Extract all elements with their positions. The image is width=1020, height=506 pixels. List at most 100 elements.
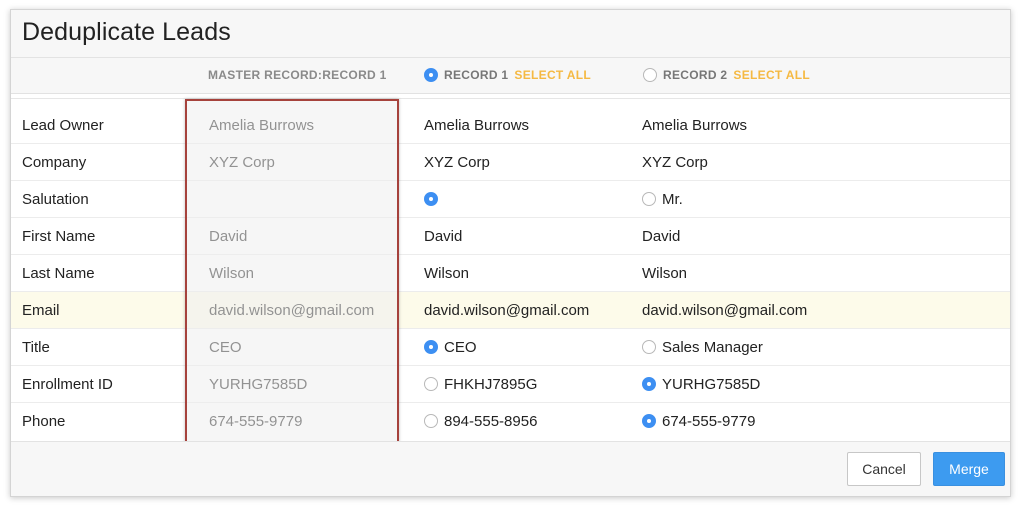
field-label-text: First Name bbox=[22, 227, 96, 245]
table-row: Company XYZ Corp XYZ Corp XYZ Corp bbox=[11, 144, 1010, 181]
master-value: Amelia Burrows bbox=[209, 107, 314, 143]
field-label: Email bbox=[22, 292, 60, 328]
record2-field-radio[interactable] bbox=[642, 340, 656, 354]
master-value-text: david.wilson@gmail.com bbox=[209, 301, 375, 319]
record1-value-text: 894-555-8956 bbox=[444, 412, 538, 430]
table-row: Enrollment ID YURHG7585D FHKHJ7895G YURHG75… bbox=[11, 366, 1010, 403]
record1-value-text: Amelia Burrows bbox=[424, 116, 530, 134]
record1-value[interactable] bbox=[424, 181, 444, 217]
field-label: Phone bbox=[22, 403, 65, 439]
field-label: Last Name bbox=[22, 255, 95, 291]
record2-value-text: david.wilson@gmail.com bbox=[642, 301, 808, 319]
record2-value: Amelia Burrows bbox=[642, 107, 747, 143]
record2-value-text: Wilson bbox=[642, 264, 688, 282]
field-label: First Name bbox=[22, 218, 95, 254]
record2-field-radio[interactable] bbox=[642, 192, 656, 206]
record2-value-text: 674-555-9779 bbox=[662, 412, 756, 430]
master-value-text: David bbox=[209, 227, 248, 245]
record1-field-radio[interactable] bbox=[424, 414, 438, 428]
record1-value-text: david.wilson@gmail.com bbox=[424, 301, 590, 319]
table-header: MASTER RECORD:RECORD 1 RECORD 1 SELECT A… bbox=[11, 58, 1010, 99]
record2-value-text: XYZ Corp bbox=[642, 153, 708, 171]
deduplicate-dialog: Deduplicate Leads MASTER RECORD:RECORD 1… bbox=[10, 9, 1011, 497]
record1-field-radio[interactable] bbox=[424, 377, 438, 391]
master-value: 674-555-9779 bbox=[209, 403, 302, 439]
field-label-text: Enrollment ID bbox=[22, 375, 113, 393]
record1-value[interactable]: FHKHJ7895G bbox=[424, 366, 537, 402]
record2-value-text: YURHG7585D bbox=[662, 375, 761, 393]
table-row: Lead Owner Amelia Burrows Amelia Burrows Am… bbox=[11, 107, 1010, 144]
record2-value-text: Amelia Burrows bbox=[642, 116, 748, 134]
master-value-text: YURHG7585D bbox=[209, 375, 308, 393]
table-row: Phone 674-555-9779 894-555-8956 674-555-977… bbox=[11, 403, 1010, 440]
record2-value: David bbox=[642, 218, 680, 254]
record2-value: Wilson bbox=[642, 255, 687, 291]
field-label-text: Company bbox=[22, 153, 87, 171]
field-label-text: Email bbox=[22, 301, 60, 319]
record2-value-text: Sales Manager bbox=[662, 338, 763, 356]
record2-value: XYZ Corp bbox=[642, 144, 708, 180]
cancel-button[interactable]: Cancel bbox=[847, 452, 921, 486]
record1-value: Amelia Burrows bbox=[424, 107, 529, 143]
master-value-text: 674-555-9779 bbox=[209, 412, 303, 430]
record1-select-all-link[interactable]: SELECT ALL bbox=[514, 68, 591, 82]
record1-value: Wilson bbox=[424, 255, 469, 291]
master-value-text: XYZ Corp bbox=[209, 153, 275, 171]
table-row: Email david.wilson@gmail.com david.wilson@… bbox=[11, 292, 1010, 329]
table-row: Title CEO CEO Sales Manager bbox=[11, 329, 1010, 366]
record2-select-all-link[interactable]: SELECT ALL bbox=[733, 68, 810, 82]
field-label: Enrollment ID bbox=[22, 366, 113, 402]
field-label-text: Lead Owner bbox=[22, 116, 104, 134]
record1-radio[interactable] bbox=[424, 68, 438, 82]
record2-value[interactable]: Sales Manager bbox=[642, 329, 763, 365]
master-value: YURHG7585D bbox=[209, 366, 307, 402]
master-value-text: Amelia Burrows bbox=[209, 116, 315, 134]
record1-value: XYZ Corp bbox=[424, 144, 490, 180]
record2-value-text: Mr. bbox=[662, 190, 683, 208]
record2-value: david.wilson@gmail.com bbox=[642, 292, 807, 328]
merge-button[interactable]: Merge bbox=[933, 452, 1005, 486]
record2-field-radio[interactable] bbox=[642, 377, 656, 391]
record1-value[interactable]: CEO bbox=[424, 329, 477, 365]
master-value-text: CEO bbox=[209, 338, 242, 356]
record1-field-radio[interactable] bbox=[424, 340, 438, 354]
master-value-text: Wilson bbox=[209, 264, 255, 282]
record2-header: RECORD 2 SELECT ALL bbox=[643, 68, 810, 82]
record1-header: RECORD 1 SELECT ALL bbox=[424, 68, 591, 82]
master-value: david.wilson@gmail.com bbox=[209, 292, 374, 328]
dialog-footer: Cancel Merge bbox=[11, 441, 1010, 496]
master-value: XYZ Corp bbox=[209, 144, 275, 180]
record1-value: David bbox=[424, 218, 462, 254]
table-row: Last Name Wilson Wilson Wilson bbox=[11, 255, 1010, 292]
field-label: Company bbox=[22, 144, 86, 180]
record2-radio[interactable] bbox=[643, 68, 657, 82]
record2-label: RECORD 2 bbox=[663, 68, 728, 82]
table-row: Salutation Mr. bbox=[11, 181, 1010, 218]
record1-value-text: XYZ Corp bbox=[424, 153, 490, 171]
record1-value-text: Wilson bbox=[424, 264, 470, 282]
record1-label: RECORD 1 bbox=[444, 68, 509, 82]
record2-field-radio[interactable] bbox=[642, 414, 656, 428]
record1-value-text: David bbox=[424, 227, 463, 245]
record2-value[interactable]: 674-555-9779 bbox=[642, 403, 755, 439]
field-label: Title bbox=[22, 329, 50, 365]
record2-value[interactable]: Mr. bbox=[642, 181, 683, 217]
master-record-header: MASTER RECORD:RECORD 1 bbox=[208, 68, 387, 82]
field-label-text: Salutation bbox=[22, 190, 89, 208]
record1-value[interactable]: 894-555-8956 bbox=[424, 403, 537, 439]
field-label: Salutation bbox=[22, 181, 89, 217]
record1-value: david.wilson@gmail.com bbox=[424, 292, 589, 328]
record1-value-text: FHKHJ7895G bbox=[444, 375, 538, 393]
record2-value[interactable]: YURHG7585D bbox=[642, 366, 760, 402]
field-label-text: Title bbox=[22, 338, 50, 356]
master-value: CEO bbox=[209, 329, 242, 365]
table-row: First Name David David David bbox=[11, 218, 1010, 255]
master-value: David bbox=[209, 218, 247, 254]
field-label: Lead Owner bbox=[22, 107, 104, 143]
comparison-table: MASTER RECORD:RECORD 1 RECORD 1 SELECT A… bbox=[11, 57, 1010, 441]
field-label-text: Phone bbox=[22, 412, 66, 430]
dialog-title: Deduplicate Leads bbox=[22, 18, 231, 46]
master-value: Wilson bbox=[209, 255, 254, 291]
field-label-text: Last Name bbox=[22, 264, 95, 282]
record1-field-radio[interactable] bbox=[424, 192, 438, 206]
